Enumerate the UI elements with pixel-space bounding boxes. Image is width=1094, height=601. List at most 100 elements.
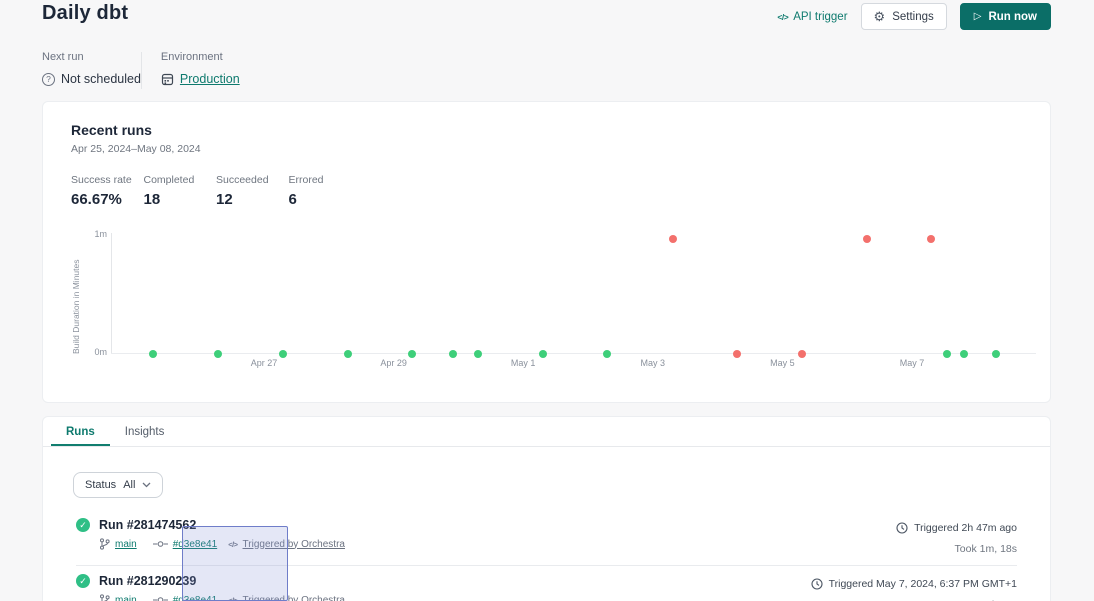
question-circle-icon: ? (42, 73, 55, 86)
errored-run-dot[interactable] (863, 235, 871, 243)
duration-chart-plot: Apr 27 Apr 29 May 1 May 3 May 5 May 7 (43, 226, 1050, 381)
environment-icon (161, 73, 174, 86)
environment-value-row: Production (161, 72, 257, 86)
errored-run-dot[interactable] (927, 235, 935, 243)
settings-button[interactable]: ⚙ Settings (861, 3, 947, 30)
code-icon: </> (228, 540, 237, 549)
succeeded-run-dot[interactable] (449, 350, 457, 358)
run-row[interactable]: ✓ Run #281474562 main (76, 510, 1017, 566)
commit-link[interactable]: #d3e8e41 (173, 595, 218, 601)
run-now-label: Run now (988, 11, 1037, 23)
branch-link[interactable]: main (115, 539, 137, 550)
stat-succeeded: Succeeded 12 (216, 174, 289, 208)
x-tick-label: Apr 29 (370, 358, 418, 368)
api-trigger-link[interactable]: </> API trigger (777, 11, 847, 23)
next-run-value-row: ? Not scheduled (42, 72, 141, 86)
next-run-label: Next run (42, 51, 141, 63)
code-icon: </> (777, 12, 788, 22)
branch-link[interactable]: main (115, 595, 137, 601)
git-commit-icon (153, 540, 168, 548)
recent-runs-card: Recent runs Apr 25, 2024–May 08, 2024 Su… (42, 101, 1051, 403)
success-check-icon: ✓ (76, 518, 90, 532)
run-row-right: Triggered 2h 47m ago Took 1m, 18s (896, 518, 1017, 555)
succeeded-run-dot[interactable] (344, 350, 352, 358)
recent-runs-date-range: Apr 25, 2024–May 08, 2024 (71, 143, 1022, 155)
run-row-left: ✓ Run #281474562 main (76, 518, 345, 555)
stat-success-rate: Success rate 66.67% (71, 174, 144, 208)
run-triggered-time: Triggered May 7, 2024, 6:37 PM GMT+1 (829, 578, 1017, 590)
tab-insights[interactable]: Insights (110, 417, 180, 446)
stat-value: 12 (216, 191, 289, 208)
x-tick-label: Apr 27 (240, 358, 288, 368)
stats-row: Success rate 66.67% Completed 18 Succeed… (71, 174, 1022, 208)
succeeded-run-dot[interactable] (603, 350, 611, 358)
tab-bar: Runs Insights (43, 417, 1050, 447)
git-commit-icon (153, 596, 168, 601)
page-title: Daily dbt (42, 2, 128, 25)
runs-card: Runs Insights Status All ✓ Run #28147456… (42, 416, 1051, 601)
run-row-left: ✓ Run #281290239 main (76, 574, 345, 601)
succeeded-run-dot[interactable] (960, 350, 968, 358)
errored-run-dot[interactable] (733, 350, 741, 358)
x-tick-label: May 1 (499, 358, 547, 368)
stat-value: 18 (144, 191, 217, 208)
commit-link[interactable]: #d3e8e41 (173, 539, 218, 550)
api-trigger-label: API trigger (793, 11, 847, 23)
git-branch-icon (99, 538, 110, 550)
succeeded-run-dot[interactable] (214, 350, 222, 358)
clock-icon (896, 522, 908, 534)
errored-run-dot[interactable] (669, 235, 677, 243)
run-triggered-time: Triggered 2h 47m ago (914, 522, 1017, 534)
gear-icon: ⚙ (874, 10, 886, 23)
stat-label: Succeeded (216, 174, 289, 186)
header-actions: </> API trigger ⚙ Settings ▷ Run now (777, 3, 1051, 30)
environment-label: Environment (161, 51, 257, 63)
clock-icon (811, 578, 823, 590)
succeeded-run-dot[interactable] (539, 350, 547, 358)
status-filter-dropdown[interactable]: Status All (73, 472, 163, 498)
x-tick-label: May 5 (758, 358, 806, 368)
success-check-icon: ✓ (76, 574, 90, 588)
page-header: Daily dbt </> API trigger ⚙ Settings ▷ R… (0, 0, 1094, 30)
git-branch-icon (99, 594, 110, 601)
meta-divider (141, 52, 142, 89)
succeeded-run-dot[interactable] (943, 350, 951, 358)
stat-value: 66.67% (71, 191, 144, 208)
next-run-section: Next run ? Not scheduled (42, 51, 141, 86)
run-now-button[interactable]: ▷ Run now (960, 3, 1051, 30)
x-tick-label: May 3 (629, 358, 677, 368)
code-icon: </> (228, 596, 237, 601)
stat-completed: Completed 18 (144, 174, 217, 208)
status-filter-label: Status (85, 479, 116, 491)
stat-label: Errored (289, 174, 362, 186)
run-duration: Took 1m, 18s (896, 543, 1017, 555)
environment-link[interactable]: Production (180, 72, 240, 86)
trigger-source-link[interactable]: Triggered by Orchestra (243, 595, 345, 601)
play-icon: ▷ (974, 11, 982, 22)
status-filter-value: All (123, 479, 135, 491)
stat-errored: Errored 6 (289, 174, 362, 208)
succeeded-run-dot[interactable] (474, 350, 482, 358)
succeeded-run-dot[interactable] (149, 350, 157, 358)
run-title: Run #281474562 (99, 518, 196, 532)
job-meta-row: Next run ? Not scheduled Environment Pro… (0, 51, 1094, 89)
succeeded-run-dot[interactable] (279, 350, 287, 358)
recent-runs-title: Recent runs (71, 122, 1022, 138)
runs-list: ✓ Run #281474562 main (76, 510, 1017, 601)
run-row-right: Triggered May 7, 2024, 6:37 PM GMT+1 Too… (811, 574, 1017, 601)
trigger-source-link[interactable]: Triggered by Orchestra (243, 539, 345, 550)
x-tick-label: May 7 (888, 358, 936, 368)
run-row[interactable]: ✓ Run #281290239 main (76, 566, 1017, 601)
errored-run-dot[interactable] (798, 350, 806, 358)
next-run-value: Not scheduled (61, 72, 141, 86)
stat-value: 6 (289, 191, 362, 208)
succeeded-run-dot[interactable] (992, 350, 1000, 358)
tab-runs[interactable]: Runs (51, 417, 110, 446)
chevron-down-icon (142, 482, 151, 488)
settings-label: Settings (892, 11, 934, 23)
environment-section: Environment Production (161, 51, 257, 86)
run-title: Run #281290239 (99, 574, 196, 588)
stat-label: Completed (144, 174, 217, 186)
succeeded-run-dot[interactable] (408, 350, 416, 358)
build-duration-chart: Build Duration in Minutes 1m 0m Apr 27Ap… (43, 226, 1050, 381)
